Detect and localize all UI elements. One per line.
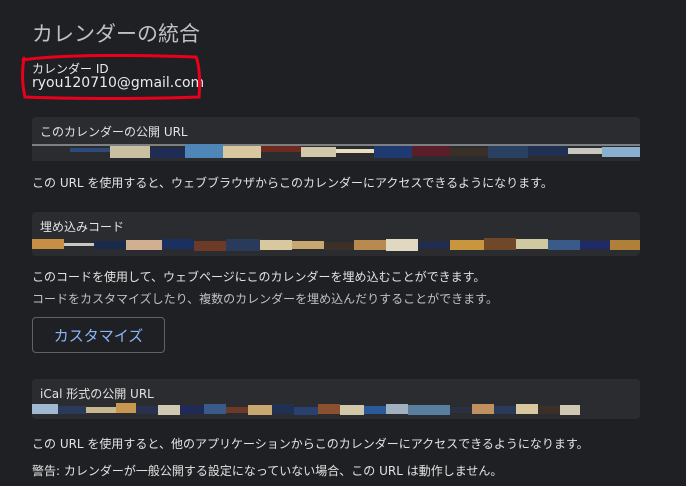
ical-url-label: iCal 形式の公開 URL: [40, 387, 154, 401]
ical-url-redacted: [32, 403, 580, 415]
embed-code-description: このコードを使用して、ウェブページにこのカレンダーを埋め込むことができます。: [32, 270, 486, 284]
ical-url-description: この URL を使用すると、他のアプリケーションからこのカレンダーにアクセスでき…: [32, 437, 589, 451]
red-highlight-annotation: [21, 53, 202, 100]
embed-code-label: 埋め込みコード: [40, 220, 125, 234]
page-title: カレンダーの統合: [32, 22, 200, 46]
public-url-label: このカレンダーの公開 URL: [40, 125, 188, 139]
public-url-field[interactable]: このカレンダーの公開 URL: [32, 117, 640, 161]
public-url-description: この URL を使用すると、ウェブブラウザからこのカレンダーにアクセスできるよう…: [32, 176, 553, 190]
public-url-redacted: [32, 144, 640, 161]
customize-button[interactable]: カスタマイズ: [32, 317, 165, 353]
ical-url-warning: 警告: カレンダーが一般公開する設定になっていない場合、この URL は動作しま…: [32, 464, 503, 478]
embed-code-sub-description: コードをカスタマイズしたり、複数のカレンダーを埋め込んだりすることができます。: [32, 292, 498, 306]
ical-url-field[interactable]: iCal 形式の公開 URL: [32, 379, 640, 419]
embed-code-redacted: [32, 238, 640, 251]
embed-code-field[interactable]: 埋め込みコード: [32, 212, 640, 256]
